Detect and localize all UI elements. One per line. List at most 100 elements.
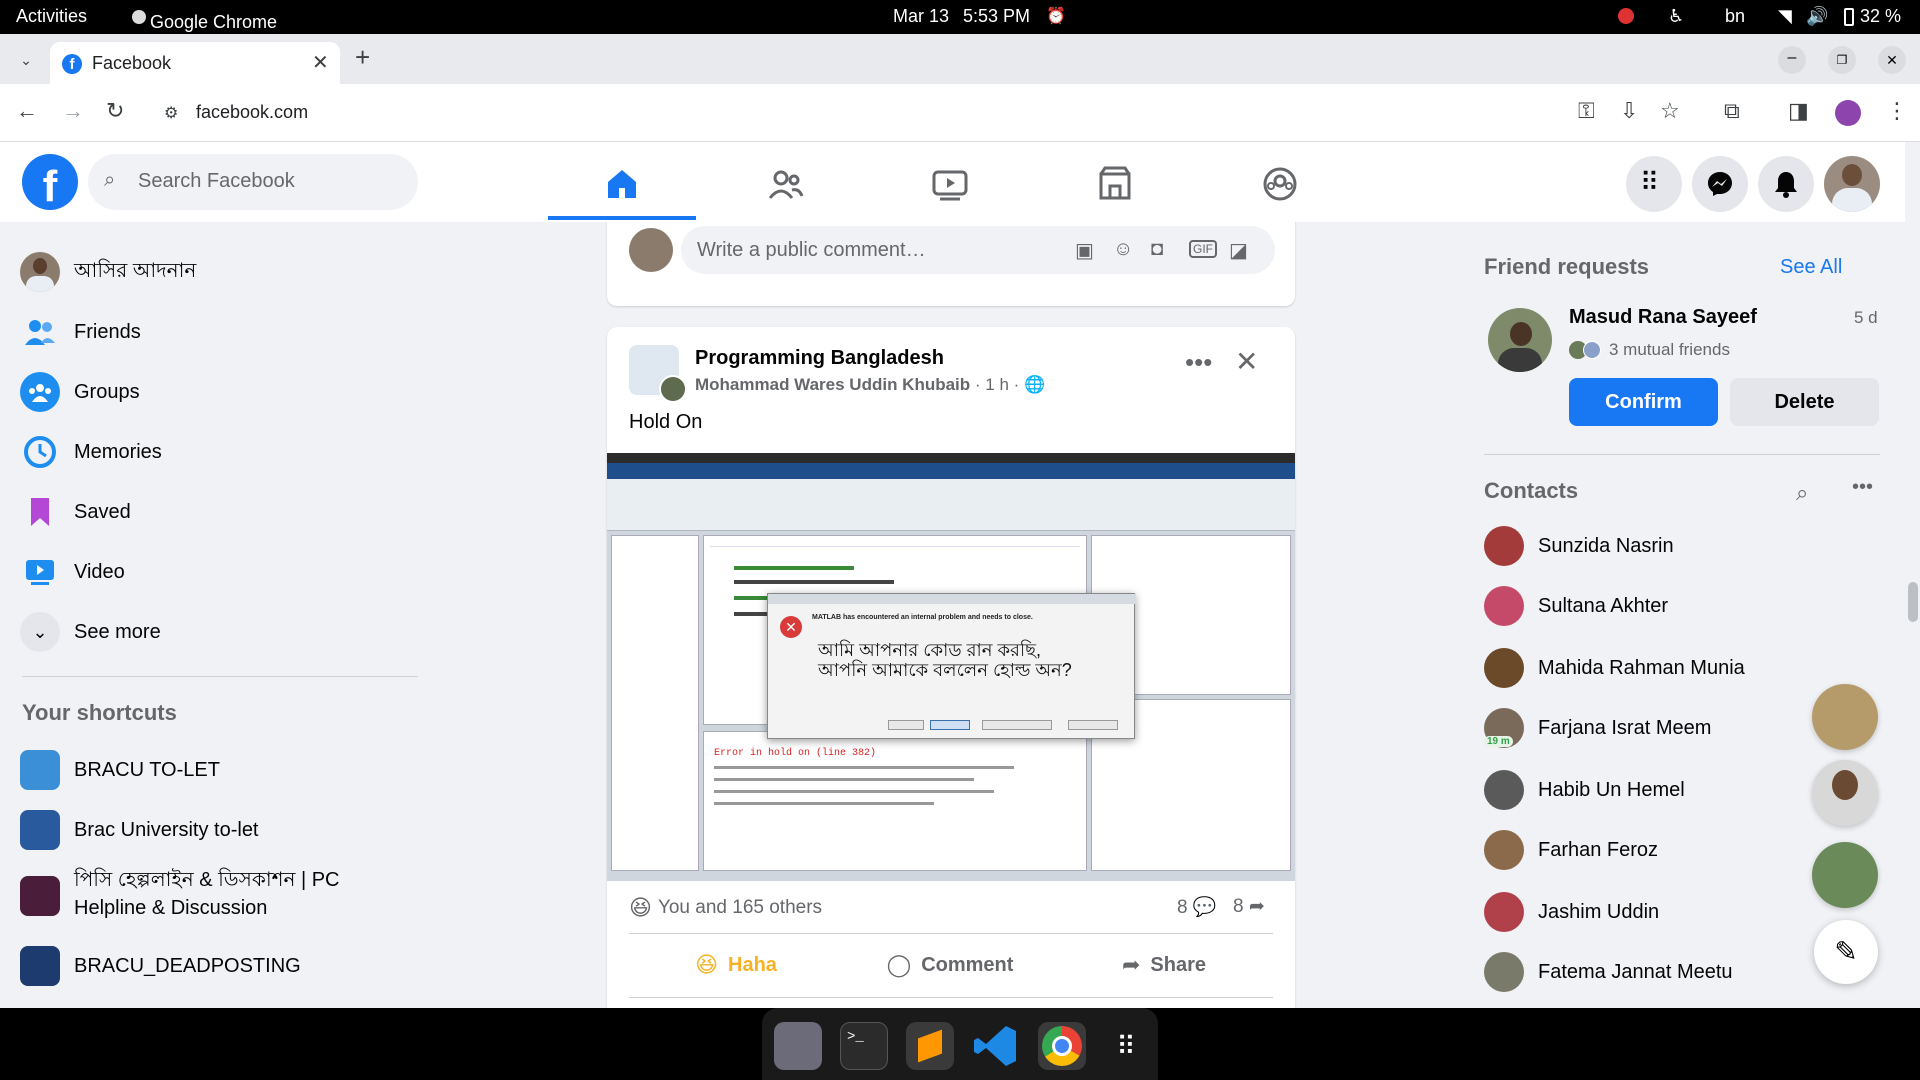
tab-facebook[interactable]: f Facebook ✕ xyxy=(50,42,340,84)
profile-avatar-icon[interactable] xyxy=(1835,100,1861,126)
see-all-link[interactable]: See All xyxy=(1780,256,1842,279)
avatar-sticker-icon[interactable]: ▣ xyxy=(1075,238,1094,263)
close-window-icon[interactable]: ✕ xyxy=(1878,46,1906,74)
password-key-icon[interactable]: ⚿ xyxy=(1578,98,1595,124)
share-button[interactable]: ➦ Share xyxy=(1057,943,1271,987)
vscode-icon[interactable] xyxy=(972,1022,1020,1070)
sidebar-item-video[interactable]: Video xyxy=(20,546,125,598)
page-scrollbar[interactable] xyxy=(1905,142,1920,1008)
url-text[interactable]: facebook.com xyxy=(196,102,308,123)
shortcut-item[interactable]: Brac University to-let xyxy=(20,804,259,856)
gif-icon[interactable]: GIF xyxy=(1189,240,1217,258)
volume-icon[interactable]: 🔊 xyxy=(1806,6,1828,27)
date-label[interactable]: Mar 13 xyxy=(893,6,949,27)
time-label[interactable]: 5:53 PM xyxy=(963,6,1030,27)
messenger-button[interactable] xyxy=(1692,156,1748,212)
close-tab-icon[interactable]: ✕ xyxy=(312,50,329,75)
sidebar-item-saved[interactable]: Saved xyxy=(20,486,131,538)
nav-home-tab[interactable] xyxy=(548,142,696,222)
confirm-button[interactable]: Confirm xyxy=(1569,378,1718,426)
tab-search-button[interactable]: ⌄ xyxy=(12,46,40,74)
request-name[interactable]: Masud Rana Sayeef xyxy=(1569,306,1757,329)
video-nav-icon[interactable] xyxy=(930,164,970,204)
contacts-search-icon[interactable]: ⌕ xyxy=(1796,480,1808,506)
account-avatar[interactable] xyxy=(1824,156,1880,212)
delete-button[interactable]: Delete xyxy=(1730,378,1879,426)
chat-head[interactable] xyxy=(1812,842,1878,908)
extensions-icon[interactable]: ⧉ xyxy=(1724,98,1740,124)
shortcut-item[interactable]: BRACU_DEADPOSTING xyxy=(20,940,301,992)
author-avatar[interactable] xyxy=(659,375,687,403)
sidebar-item-groups[interactable]: Groups xyxy=(20,366,140,418)
shortcut-item[interactable]: পিসি হেল্পলাইন & ডিসকাশন | PC Helpline &… xyxy=(20,866,364,932)
sidebar-item-friends[interactable]: Friends xyxy=(20,306,141,358)
contact-item[interactable]: Sunzida Nasrin xyxy=(1484,520,1674,572)
friends-nav-icon[interactable] xyxy=(766,164,806,204)
terminal-app-icon[interactable]: >_ xyxy=(840,1022,888,1070)
app-grid-icon[interactable]: ⠿ xyxy=(1102,1022,1150,1070)
contact-item[interactable]: Mahida Rahman Munia xyxy=(1484,642,1745,694)
address-bar[interactable]: ⚙ facebook.com xyxy=(150,92,1770,134)
keyboard-layout[interactable]: bn xyxy=(1725,6,1745,27)
sticker-icon[interactable]: ◪ xyxy=(1229,238,1248,263)
haha-button[interactable]: 😆 Haha xyxy=(629,943,843,987)
wifi-icon[interactable]: ◥ xyxy=(1778,6,1792,27)
sidebar-see-more[interactable]: ⌄ See more xyxy=(20,606,161,658)
author-link[interactable]: Mohammad Wares Uddin Khubaib xyxy=(695,375,970,394)
mutual-friends[interactable]: 3 mutual friends xyxy=(1569,340,1730,360)
reactions-summary[interactable]: 😆 You and 165 others xyxy=(629,895,822,921)
new-message-compose-icon[interactable]: ✎ xyxy=(1814,920,1878,984)
chat-head[interactable] xyxy=(1812,684,1878,750)
minimize-icon[interactable]: – xyxy=(1778,46,1806,74)
sidebar-item-memories[interactable]: Memories xyxy=(20,426,162,478)
accessibility-icon[interactable]: ♿ xyxy=(1668,6,1684,27)
request-avatar[interactable] xyxy=(1488,308,1552,372)
contact-item[interactable]: Habib Un Hemel xyxy=(1484,764,1685,816)
comment-button[interactable]: ◯ Comment xyxy=(843,943,1057,987)
search-box[interactable]: ⌕ Search Facebook xyxy=(88,154,418,210)
contact-item[interactable]: Sultana Akhter xyxy=(1484,580,1668,632)
post-options-icon[interactable]: ••• xyxy=(1185,347,1212,378)
shares-count[interactable]: 8 ➦ xyxy=(1233,895,1265,918)
notifications-button[interactable] xyxy=(1758,156,1814,212)
facebook-logo-icon[interactable]: f xyxy=(22,154,78,211)
search-input[interactable]: Search Facebook xyxy=(138,170,295,193)
contact-item[interactable]: Jashim Uddin xyxy=(1484,886,1659,938)
groups-nav-icon[interactable] xyxy=(1260,164,1300,204)
forward-icon[interactable]: → xyxy=(62,98,84,124)
marketplace-nav-icon[interactable] xyxy=(1095,164,1135,204)
restore-icon[interactable]: ❐ xyxy=(1828,46,1856,74)
sidebar-item-profile[interactable]: আসির আদনান xyxy=(20,246,196,298)
new-tab-icon[interactable]: + xyxy=(355,42,370,73)
menu-kebab-icon[interactable]: ⋮ xyxy=(1886,98,1908,124)
contact-item[interactable]: 19 m Farjana Israt Meem xyxy=(1484,702,1711,754)
comments-count[interactable]: 8 💬 xyxy=(1177,895,1217,919)
camera-icon[interactable]: ◘ xyxy=(1151,238,1163,261)
side-panel-icon[interactable]: ◨ xyxy=(1788,98,1809,124)
back-icon[interactable]: ← xyxy=(16,98,38,124)
contacts-options-icon[interactable]: ••• xyxy=(1852,476,1873,499)
contact-item[interactable]: Farhan Feroz xyxy=(1484,824,1658,876)
hide-post-close-icon[interactable]: ✕ xyxy=(1235,345,1258,378)
sublime-text-icon[interactable] xyxy=(906,1022,954,1070)
emoji-icon[interactable]: ☺ xyxy=(1113,238,1133,261)
post-image[interactable]: Error in hold on (line 382) ✕ MATLAB has… xyxy=(607,453,1295,881)
shortcut-item[interactable]: BRACU TO-LET xyxy=(20,744,220,796)
comment-input[interactable]: Write a public comment… ▣ ☺ ◘ GIF ◪ xyxy=(681,226,1275,274)
post-group-name[interactable]: Programming Bangladesh xyxy=(695,347,944,370)
bookmark-star-icon[interactable]: ☆ xyxy=(1660,98,1680,124)
chat-head[interactable] xyxy=(1812,760,1878,826)
reload-icon[interactable]: ↻ xyxy=(106,98,124,124)
install-app-icon[interactable]: ⇩ xyxy=(1620,98,1638,124)
contact-item[interactable]: Fatema Jannat Meetu xyxy=(1484,946,1733,998)
record-icon[interactable] xyxy=(1618,8,1634,24)
scrollbar-thumb[interactable] xyxy=(1908,582,1918,622)
activities-button[interactable]: Activities xyxy=(16,6,87,27)
battery-icon[interactable] xyxy=(1844,8,1854,26)
commenter-avatar[interactable] xyxy=(629,228,673,272)
post-time[interactable]: 1 h xyxy=(985,375,1009,394)
menu-grid-button[interactable]: ⠿ xyxy=(1626,156,1682,212)
chrome-app-icon[interactable] xyxy=(1038,1022,1086,1070)
files-app-icon[interactable] xyxy=(774,1022,822,1070)
site-info-icon[interactable]: ⚙ xyxy=(164,103,178,123)
